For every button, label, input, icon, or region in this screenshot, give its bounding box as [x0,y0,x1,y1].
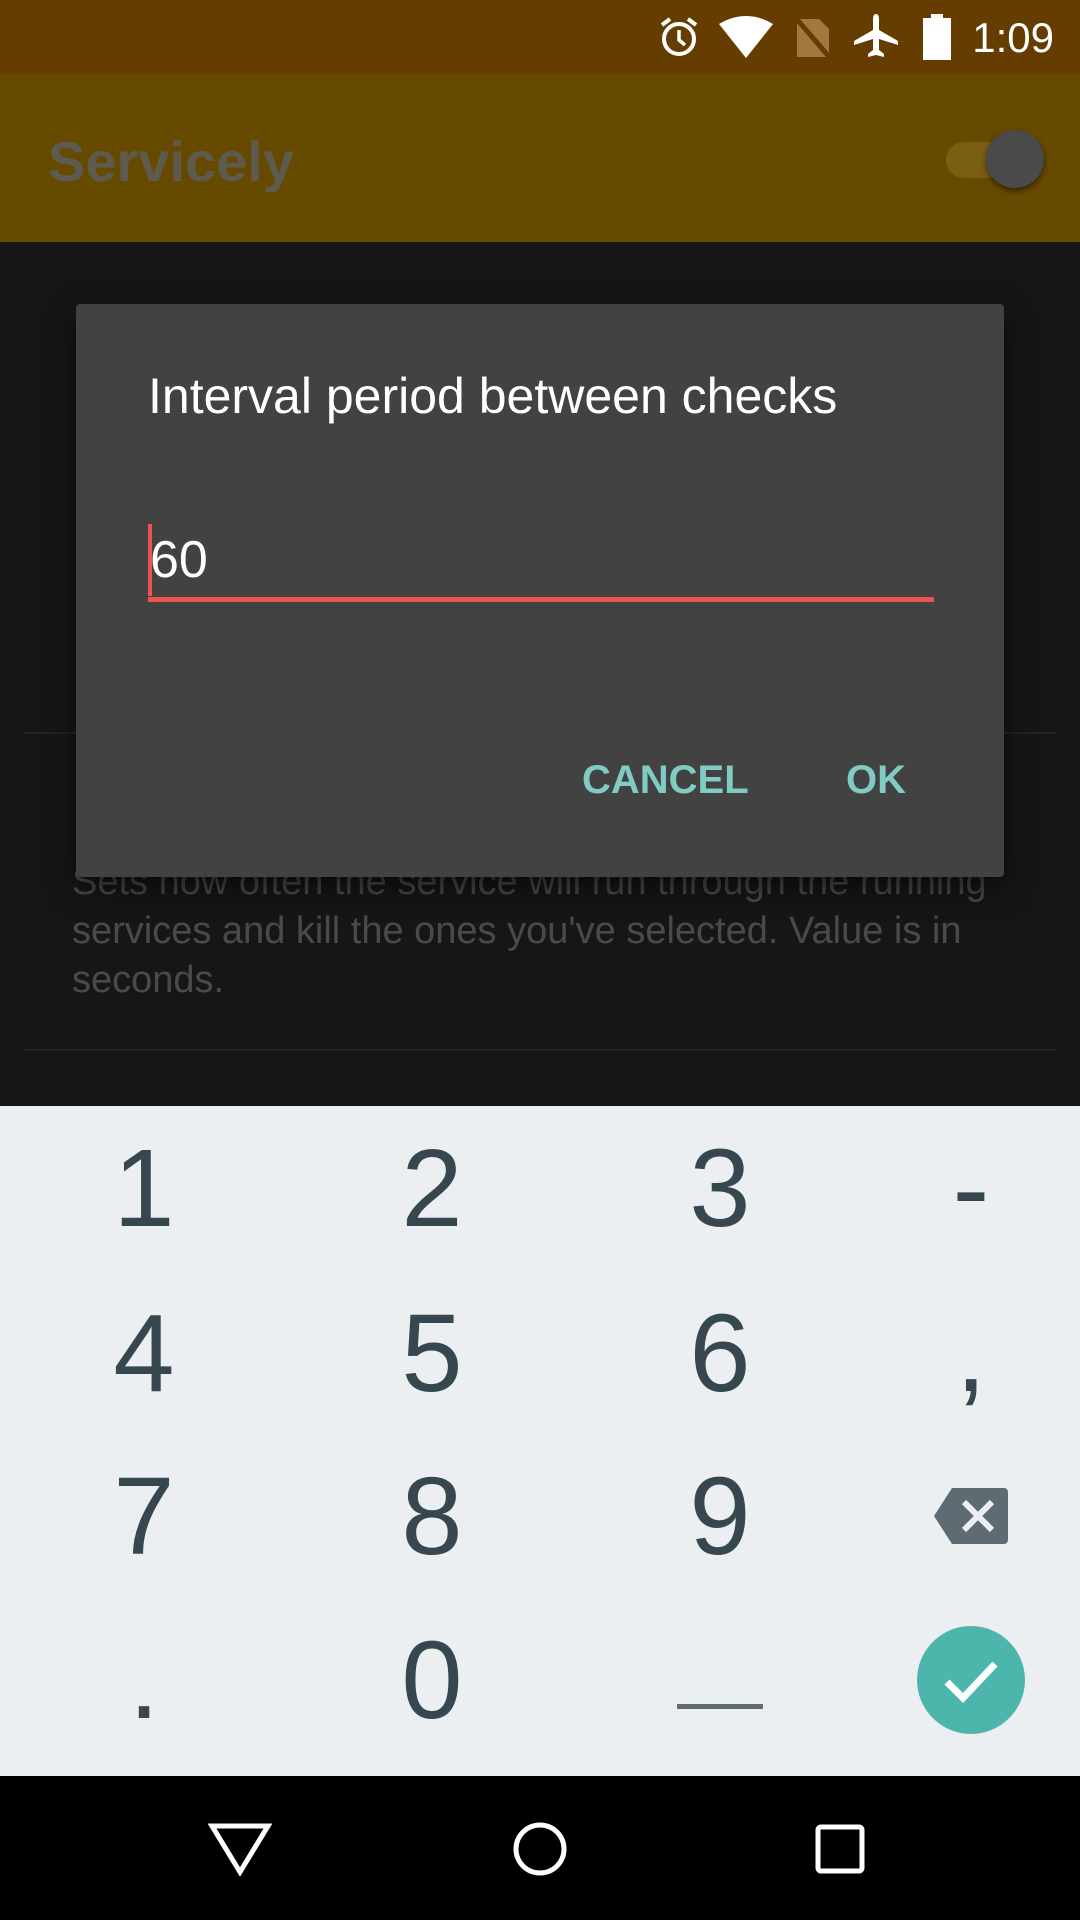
dialog-title: Interval period between checks [148,368,838,424]
app-title: Servicely [48,130,294,193]
alarm-icon [656,14,702,60]
backspace-icon [934,1488,1008,1544]
app-bar: Servicely [0,74,1080,242]
key-minus[interactable]: - [836,1106,1080,1270]
status-time: 1:09 [972,14,1054,61]
interval-input-value: 60 [150,531,208,589]
key-9[interactable]: 9 [585,1434,855,1598]
no-sim-icon [790,14,836,60]
battery-icon [920,14,954,60]
divider [24,1049,1056,1051]
key-1[interactable]: 1 [9,1106,279,1270]
key-4[interactable]: 4 [9,1271,279,1435]
checkmark-icon [917,1626,1025,1734]
text-cursor [148,524,152,596]
interval-input[interactable]: 60 [148,522,934,602]
key-0[interactable]: 0 [297,1598,567,1762]
interval-dialog: Interval period between checks 60 CANCEL… [76,304,1004,877]
wifi-icon [718,14,774,60]
key-3[interactable]: 3 [585,1106,855,1270]
backspace-key[interactable] [836,1434,1080,1598]
cancel-button[interactable]: CANCEL [582,750,749,810]
switch-thumb[interactable] [986,130,1044,188]
key-2[interactable]: 2 [297,1106,567,1270]
navigation-bar [0,1776,1080,1920]
done-key[interactable] [836,1598,1080,1762]
key-5[interactable]: 5 [297,1271,567,1435]
back-button[interactable] [205,1814,275,1884]
key-comma[interactable]: , [836,1271,1080,1435]
home-button[interactable] [505,1814,575,1884]
recents-square-icon [815,1824,865,1874]
key-7[interactable]: 7 [9,1434,279,1598]
airplane-mode-icon [852,14,900,60]
key-6[interactable]: 6 [585,1271,855,1435]
status-bar: 1:09 [0,0,1080,74]
space-icon [677,1704,763,1709]
key-8[interactable]: 8 [297,1434,567,1598]
recents-button[interactable] [805,1814,875,1884]
ok-button[interactable]: OK [846,750,906,810]
key-period[interactable]: . [9,1598,279,1762]
back-triangle-icon [208,1823,272,1876]
key-space[interactable] [585,1598,855,1762]
home-circle-icon [513,1822,567,1876]
numeric-keyboard: 1 2 3 - 4 5 6 , 7 8 9 . 0 [0,1106,1080,1776]
interval-setting-description: Sets how often the service will run thro… [72,861,987,1001]
